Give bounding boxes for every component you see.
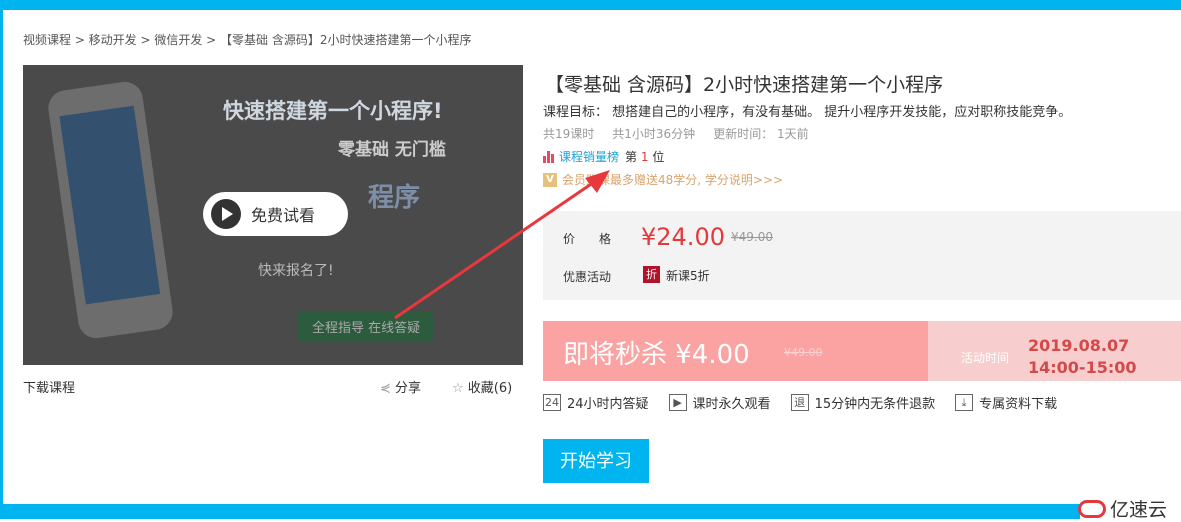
red-arrow-annotation	[394, 170, 610, 320]
arrow-head	[585, 170, 610, 193]
arrow-line	[394, 176, 601, 320]
